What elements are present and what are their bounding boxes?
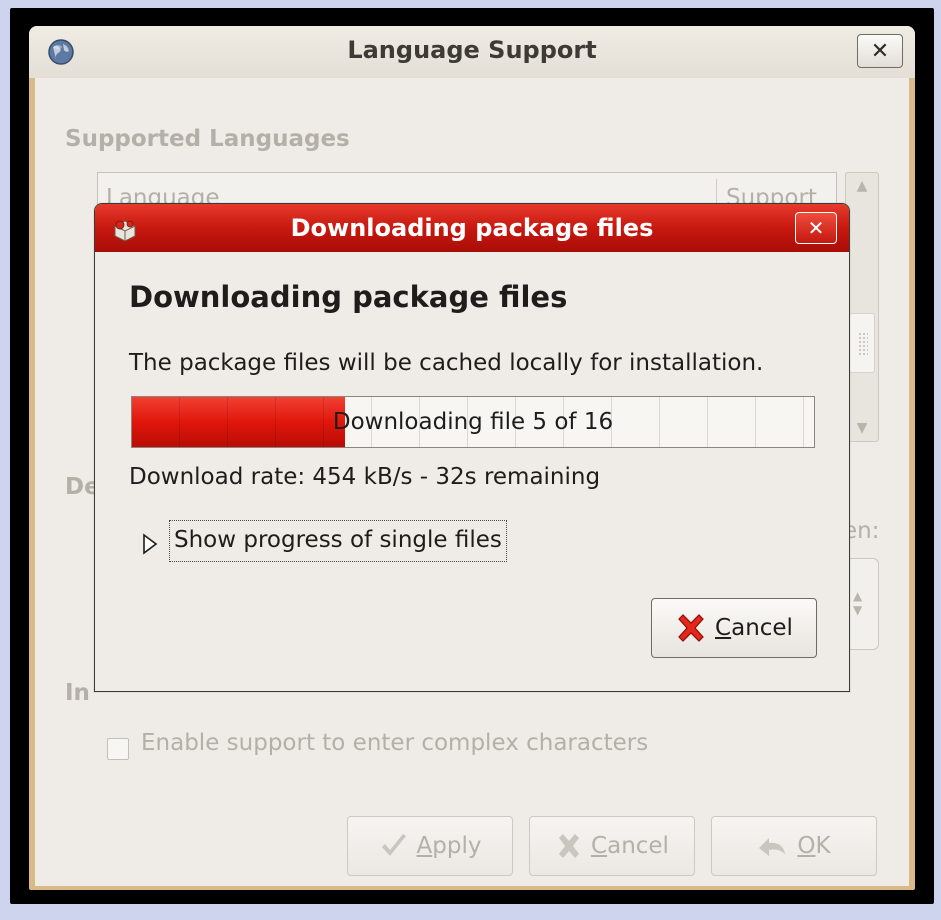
- scroll-down-arrow-icon[interactable]: ▼: [846, 415, 878, 441]
- grip-icon: [858, 332, 868, 356]
- complex-characters-checkbox[interactable]: [107, 738, 129, 760]
- table-scrollbar[interactable]: ▲ ▼: [845, 172, 879, 442]
- ok-button-label: OK: [797, 833, 831, 859]
- window-titlebar[interactable]: Language Support ✕: [29, 26, 915, 78]
- cancel-button-label: Cancel: [591, 833, 669, 859]
- download-rate-text: Download rate: 454 kB/s - 32s remaining: [129, 464, 601, 490]
- red-x-icon: [559, 834, 580, 858]
- ok-arrow-icon: [759, 838, 786, 856]
- combo-arrows-icon: ▲ ▼: [853, 589, 863, 617]
- supported-languages-label: Supported Languages: [65, 126, 350, 152]
- download-progress-bar: Downloading file 5 of 16: [131, 396, 815, 448]
- cancel-download-button[interactable]: Cancel: [651, 598, 817, 658]
- complex-characters-label: Enable support to enter complex characte…: [141, 730, 649, 756]
- dialog-close-button[interactable]: ✕: [795, 212, 837, 244]
- cancel-button[interactable]: Cancel: [529, 816, 695, 876]
- dialog-message: The package files will be cached locally…: [129, 350, 764, 376]
- close-icon: ✕: [870, 38, 890, 64]
- apply-button[interactable]: Apply: [347, 816, 513, 876]
- progress-text: Downloading file 5 of 16: [332, 409, 614, 435]
- window-title: Language Support: [347, 36, 597, 64]
- apply-button-label: Apply: [416, 833, 482, 859]
- download-progress-dialog: Downloading package files ✕ Downloading …: [94, 203, 850, 692]
- dialog-heading: Downloading package files: [129, 280, 568, 314]
- cancel-download-label: Cancel: [715, 615, 793, 641]
- expander-arrow-icon[interactable]: [141, 532, 159, 556]
- dialog-title: Downloading package files: [290, 214, 654, 242]
- input-methods-label: In: [65, 680, 90, 706]
- window-close-button[interactable]: ✕: [857, 34, 903, 68]
- close-icon: ✕: [807, 216, 825, 240]
- scrollbar-thumb[interactable]: [849, 313, 875, 373]
- red-x-icon: [678, 614, 704, 642]
- scroll-up-arrow-icon[interactable]: ▲: [846, 173, 878, 199]
- dialog-titlebar[interactable]: Downloading package files ✕: [95, 204, 849, 252]
- checkmark-icon: [381, 834, 406, 856]
- ok-button[interactable]: OK: [711, 816, 877, 876]
- show-single-files-expander[interactable]: Show progress of single files: [169, 520, 507, 562]
